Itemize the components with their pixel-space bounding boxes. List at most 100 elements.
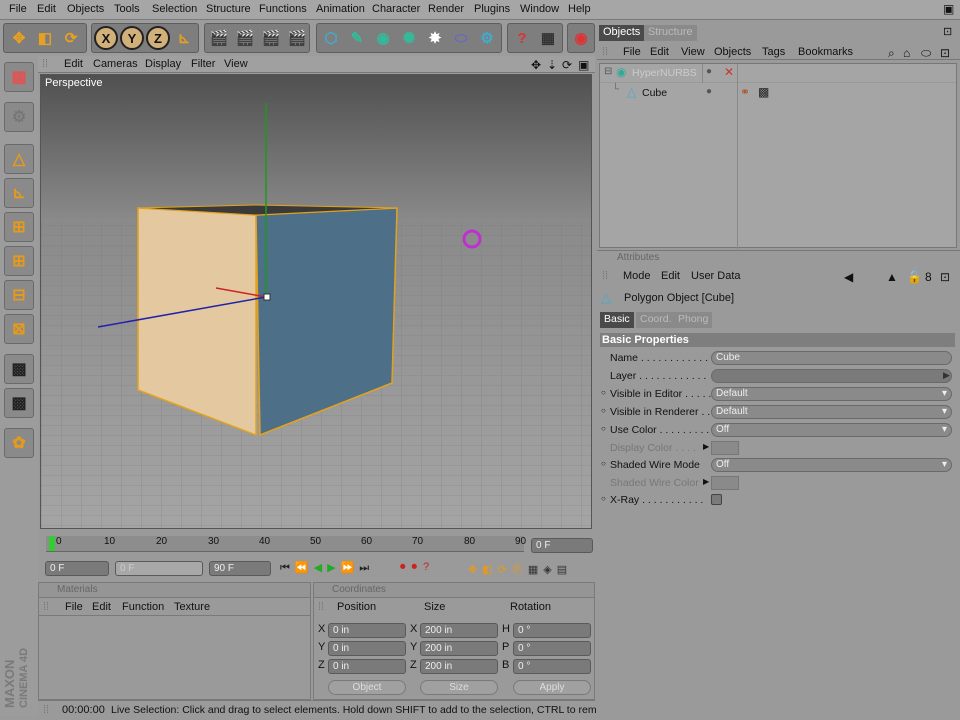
viewport-menu-edit[interactable]: Edit: [64, 58, 83, 70]
goto-start-icon[interactable]: ⏮: [280, 562, 295, 574]
scale-tool-icon[interactable]: ◧: [33, 26, 57, 50]
visible-in-renderer-select[interactable]: Default: [711, 405, 952, 419]
camera-icon[interactable]: ⚙: [475, 26, 499, 50]
menu-file[interactable]: File: [9, 3, 27, 15]
materials-menu-function[interactable]: Function: [122, 601, 164, 613]
menu-help[interactable]: Help: [568, 3, 591, 15]
coordinate-system-icon[interactable]: ⊾: [172, 26, 196, 50]
key-parameter-icon[interactable]: Ⓟ: [512, 564, 528, 576]
attributes-expand-icon[interactable]: ⊡: [940, 270, 950, 284]
name-input[interactable]: Cube: [711, 351, 952, 365]
object-name[interactable]: HyperNURBS: [632, 67, 697, 79]
objects-menu-bookmarks[interactable]: Bookmarks: [798, 46, 853, 58]
texture-mode-icon[interactable]: ▩: [4, 354, 34, 384]
menu-tools[interactable]: Tools: [114, 3, 140, 15]
attributes-menu-edit[interactable]: Edit: [661, 270, 680, 282]
coordinate-mode-select[interactable]: Object: [328, 680, 406, 695]
menu-animation[interactable]: Animation: [316, 3, 365, 15]
rotation-h-field[interactable]: 0 °: [513, 623, 591, 638]
back-arrow-icon[interactable]: ◀: [844, 270, 853, 284]
uvw-tag-icon[interactable]: ▩: [758, 85, 769, 99]
use-points-tool-icon[interactable]: ⊞: [4, 212, 34, 242]
apply-button[interactable]: Apply: [513, 680, 591, 695]
key-scale-icon[interactable]: ◧: [482, 564, 497, 576]
end-frame-field[interactable]: 90 F: [209, 561, 271, 576]
viewport-rotate-icon[interactable]: ⟳: [562, 58, 572, 72]
shaded-wire-color-swatch[interactable]: [711, 476, 739, 490]
object-row-hypernurbs[interactable]: ⊟ ◉ HyperNURBS ● ✕: [600, 64, 956, 249]
render-settings-icon[interactable]: 🎬: [285, 26, 309, 50]
size-z-field[interactable]: 200 in: [420, 659, 498, 674]
spline-icon[interactable]: ✎: [345, 26, 369, 50]
move-tool-icon[interactable]: ✥: [7, 26, 31, 50]
rotate-tool-icon[interactable]: ⟳: [59, 26, 83, 50]
autokey-icon[interactable]: ⏺: [412, 561, 424, 573]
viewport-menu-view[interactable]: View: [224, 58, 248, 70]
use-model-mode-icon[interactable]: ▦: [4, 62, 34, 92]
menu-functions[interactable]: Functions: [259, 3, 307, 15]
display-color-expand-icon[interactable]: ▶: [703, 442, 709, 451]
viewport-move-icon[interactable]: ✥: [531, 58, 541, 72]
tab-structure[interactable]: Structure: [644, 25, 697, 41]
home-icon[interactable]: ⌂: [903, 46, 910, 60]
shaded-wire-mode-select[interactable]: Off: [711, 458, 952, 472]
xray-checkbox[interactable]: [711, 494, 722, 505]
layout-icon[interactable]: ▦: [536, 26, 560, 50]
current-frame-field[interactable]: 0 F: [531, 538, 593, 553]
materials-menu-texture[interactable]: Texture: [174, 601, 210, 613]
tab-basic[interactable]: Basic: [600, 312, 634, 328]
rotation-b-field[interactable]: 0 °: [513, 659, 591, 674]
menu-selection[interactable]: Selection: [152, 3, 197, 15]
object-name[interactable]: Cube: [642, 87, 667, 99]
visibility-dots-icon[interactable]: ●: [706, 86, 712, 97]
visibility-dots-icon[interactable]: ●: [706, 66, 712, 77]
materials-menu-edit[interactable]: Edit: [92, 601, 111, 613]
key-position-icon[interactable]: ✥: [468, 564, 482, 576]
perspective-viewport[interactable]: Perspective: [40, 74, 592, 529]
next-key-icon[interactable]: ⏩: [341, 562, 360, 574]
goto-end-icon[interactable]: ⏭: [359, 562, 374, 574]
menu-character[interactable]: Character: [372, 3, 420, 15]
layer-field[interactable]: [711, 369, 952, 383]
window-restore-icon[interactable]: ▣: [943, 2, 954, 16]
viewport-menu-cameras[interactable]: Cameras: [93, 58, 138, 70]
objects-menu-objects[interactable]: Objects: [714, 46, 751, 58]
use-object-tool-icon[interactable]: ⊾: [4, 178, 34, 208]
nurbs-icon[interactable]: ◉: [371, 26, 395, 50]
previous-key-icon[interactable]: ⏪: [295, 562, 314, 574]
size-mode-select[interactable]: Size: [420, 680, 498, 695]
deformer-icon[interactable]: ✸: [423, 26, 447, 50]
help-icon[interactable]: ?: [510, 26, 534, 50]
menu-edit[interactable]: Edit: [37, 3, 56, 15]
objects-menu-edit[interactable]: Edit: [650, 46, 669, 58]
search-icon[interactable]: ⌕: [888, 46, 895, 61]
display-color-swatch[interactable]: [711, 441, 739, 455]
texture-axis-icon[interactable]: ▩: [4, 388, 34, 418]
use-model-tool-icon[interactable]: △: [4, 144, 34, 174]
objects-menu-view[interactable]: View: [681, 46, 705, 58]
y-axis-lock-button[interactable]: Y: [120, 26, 144, 50]
attributes-menu-mode[interactable]: Mode: [623, 270, 651, 282]
menu-render[interactable]: Render: [428, 3, 464, 15]
position-z-field[interactable]: 0 in: [328, 659, 406, 674]
lock-icon[interactable]: 🔓: [907, 270, 922, 284]
cube-primitive-icon[interactable]: ⬡: [319, 26, 343, 50]
size-x-field[interactable]: 200 in: [420, 623, 498, 638]
use-edges-tool-icon[interactable]: ⊞: [4, 246, 34, 276]
play-backward-icon[interactable]: ◀: [314, 562, 327, 574]
z-axis-lock-button[interactable]: Z: [146, 26, 170, 50]
materials-menu-file[interactable]: File: [65, 601, 83, 613]
attributes-menu-user-data[interactable]: User Data: [691, 270, 741, 282]
key-rotation-icon[interactable]: ⟳: [498, 564, 512, 576]
min-frame-slider[interactable]: 0 F: [115, 561, 203, 576]
keyframe-help-icon[interactable]: ?: [423, 561, 435, 573]
scene-icon[interactable]: ⬭: [449, 26, 473, 50]
render-view-icon[interactable]: 🎬: [207, 26, 231, 50]
up-arrow-icon[interactable]: ▲: [886, 270, 898, 284]
collapse-icon[interactable]: ⊟: [604, 66, 612, 77]
rotation-p-field[interactable]: 0 °: [513, 641, 591, 656]
expand-icon[interactable]: ⊡: [940, 46, 950, 60]
record-icon[interactable]: ⏺: [400, 561, 412, 573]
play-forward-icon[interactable]: ▶: [327, 562, 340, 574]
x-axis-lock-button[interactable]: X: [94, 26, 118, 50]
